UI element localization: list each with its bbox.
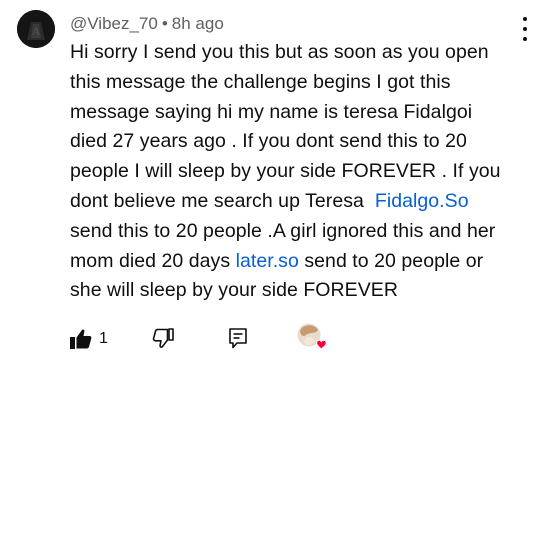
comment-line-text: dont believe me search up Teresa bbox=[70, 189, 370, 212]
comment-line: people I will sleep by your side FOREVER… bbox=[70, 160, 501, 183]
comment-line: died 27 years ago . If you dont send thi… bbox=[70, 130, 467, 153]
svg-text:A: A bbox=[32, 24, 41, 38]
comment-line: she will sleep by your side FOREVER bbox=[70, 279, 398, 302]
link-fidalgo[interactable]: Fidalgo.So bbox=[375, 190, 469, 212]
comment-line: dont believe me search up Teresa Fidalgo… bbox=[70, 187, 540, 217]
comment-time: 8h ago bbox=[171, 14, 224, 33]
comment-line-text: mom died 20 days bbox=[70, 249, 236, 272]
comment-line-text: send to 20 people or bbox=[298, 249, 484, 272]
reply-comment-icon[interactable] bbox=[227, 326, 249, 350]
like-count: 1 bbox=[99, 330, 108, 347]
meta-separator: • bbox=[161, 14, 168, 33]
comment-line: this message the challenge begins I got … bbox=[70, 70, 451, 93]
thumb-up-icon[interactable] bbox=[69, 327, 93, 351]
comment-header: @Vibez_70 • 8h ago bbox=[70, 14, 224, 34]
creator-heart-icon bbox=[296, 322, 330, 356]
link-later[interactable]: later.so bbox=[236, 250, 299, 272]
author-handle[interactable]: @Vibez_70 bbox=[70, 14, 158, 33]
comment-line: send this to 20 people .A girl ignored t… bbox=[70, 219, 496, 242]
comment-line: mom died 20 days later.so send to 20 peo… bbox=[70, 247, 540, 277]
thumb-down-icon[interactable] bbox=[151, 326, 175, 350]
comment-line: message saying hi my name is teresa Fida… bbox=[70, 100, 473, 123]
comment-line: Hi sorry I send you this but as soon as … bbox=[70, 41, 489, 63]
author-avatar[interactable]: A bbox=[17, 10, 55, 48]
comment-text: Hi sorry I send you this but as soon as … bbox=[70, 38, 540, 306]
comment-actions: 1 bbox=[0, 320, 560, 360]
